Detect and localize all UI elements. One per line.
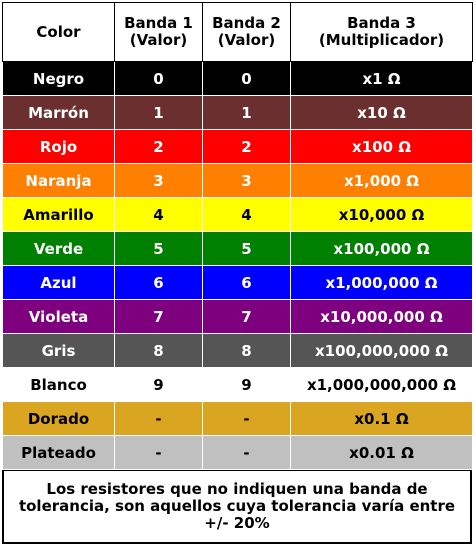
- color-name-cell: Amarillo: [2, 197, 115, 232]
- color-name-cell: Dorado: [2, 401, 115, 436]
- band-2-cell: -: [202, 401, 291, 436]
- band-2-cell: 7: [202, 299, 291, 334]
- band-2-cell: 6: [202, 265, 291, 300]
- band-1-cell: 8: [114, 333, 203, 368]
- color-name-cell: Marrón: [2, 95, 115, 130]
- multiplier-cell: x100 Ω: [290, 129, 473, 164]
- color-name-cell: Plateado: [2, 435, 115, 470]
- color-name-cell: Blanco: [2, 367, 115, 402]
- header-band-2: Banda 2 (Valor): [202, 2, 291, 62]
- table-row: Gris 8 8 x100,000,000 Ω: [2, 333, 473, 368]
- band-2-cell: 0: [202, 61, 291, 96]
- band-1-cell: 2: [114, 129, 203, 164]
- band-1-cell: 6: [114, 265, 203, 300]
- band-1-cell: -: [114, 401, 203, 436]
- multiplier-cell: x100,000 Ω: [290, 231, 473, 266]
- multiplier-cell: x0.01 Ω: [290, 435, 473, 470]
- table-row: Dorado - - x0.1 Ω: [2, 401, 473, 436]
- band-2-cell: 9: [202, 367, 291, 402]
- color-name-cell: Violeta: [2, 299, 115, 334]
- table-row: Marrón 1 1 x10 Ω: [2, 95, 473, 130]
- table-row: Violeta 7 7 x10,000,000 Ω: [2, 299, 473, 334]
- header-color: Color: [2, 2, 115, 62]
- band-1-cell: 9: [114, 367, 203, 402]
- multiplier-cell: x10 Ω: [290, 95, 473, 130]
- band-1-cell: 3: [114, 163, 203, 198]
- multiplier-cell: x100,000,000 Ω: [290, 333, 473, 368]
- table-row: Plateado - - x0.01 Ω: [2, 435, 473, 470]
- band-2-cell: 2: [202, 129, 291, 164]
- band-2-cell: 8: [202, 333, 291, 368]
- band-1-cell: 5: [114, 231, 203, 266]
- header-band-3: Banda 3 (Multiplicador): [290, 2, 473, 62]
- color-name-cell: Rojo: [2, 129, 115, 164]
- band-1-cell: 4: [114, 197, 203, 232]
- table-row: Amarillo 4 4 x10,000 Ω: [2, 197, 473, 232]
- header-band-1: Banda 1 (Valor): [114, 2, 203, 62]
- band-1-cell: 7: [114, 299, 203, 334]
- header-row: Color Banda 1 (Valor) Banda 2 (Valor) Ba…: [2, 2, 473, 62]
- table-row: Blanco 9 9 x1,000,000,000 Ω: [2, 367, 473, 402]
- table-row: Naranja 3 3 x1,000 Ω: [2, 163, 473, 198]
- band-2-cell: 4: [202, 197, 291, 232]
- multiplier-cell: x1,000,000 Ω: [290, 265, 473, 300]
- color-name-cell: Azul: [2, 265, 115, 300]
- table-row: Rojo 2 2 x100 Ω: [2, 129, 473, 164]
- multiplier-cell: x10,000 Ω: [290, 197, 473, 232]
- color-name-cell: Negro: [2, 61, 115, 96]
- band-2-cell: -: [202, 435, 291, 470]
- band-2-cell: 3: [202, 163, 291, 198]
- multiplier-cell: x1,000,000,000 Ω: [290, 367, 473, 402]
- multiplier-cell: x10,000,000 Ω: [290, 299, 473, 334]
- multiplier-cell: x0.1 Ω: [290, 401, 473, 436]
- color-name-cell: Verde: [2, 231, 115, 266]
- table-row: Verde 5 5 x100,000 Ω: [2, 231, 473, 266]
- table-row: Azul 6 6 x1,000,000 Ω: [2, 265, 473, 300]
- table-row: Negro 0 0 x1 Ω: [2, 61, 473, 96]
- multiplier-cell: x1 Ω: [290, 61, 473, 96]
- band-1-cell: 1: [114, 95, 203, 130]
- tolerance-note: Los resistores que no indiquen una banda…: [2, 470, 472, 544]
- multiplier-cell: x1,000 Ω: [290, 163, 473, 198]
- color-name-cell: Naranja: [2, 163, 115, 198]
- band-2-cell: 5: [202, 231, 291, 266]
- resistor-color-table: Color Banda 1 (Valor) Banda 2 (Valor) Ba…: [2, 2, 473, 470]
- band-1-cell: 0: [114, 61, 203, 96]
- band-1-cell: -: [114, 435, 203, 470]
- band-2-cell: 1: [202, 95, 291, 130]
- color-name-cell: Gris: [2, 333, 115, 368]
